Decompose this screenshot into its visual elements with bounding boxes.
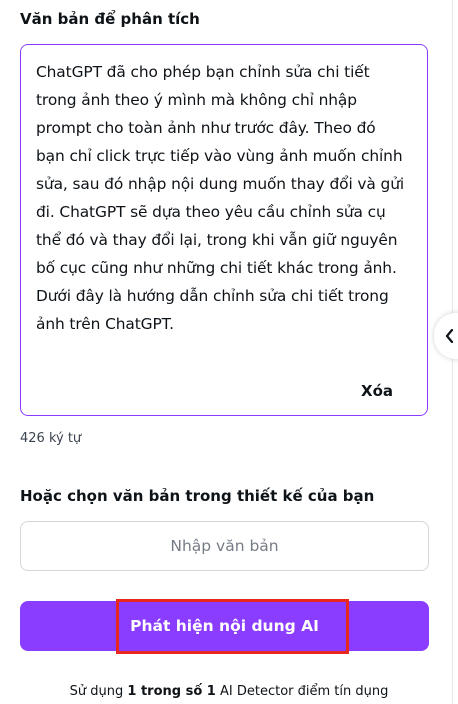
detect-ai-content-button[interactable]: Phát hiện nội dung AI bbox=[20, 601, 429, 651]
analyze-textarea-content[interactable]: ChatGPT đã cho phép bạn chỉnh sửa chi ti… bbox=[36, 58, 412, 338]
design-text-label: Hoặc chọn văn bản trong thiết kế của bạn bbox=[20, 487, 375, 505]
credit-usage-text: Sử dụng 1 trong số 1 AI Detector điểm tí… bbox=[0, 684, 458, 699]
design-text-input[interactable]: Nhập văn bản bbox=[20, 521, 429, 571]
credit-usage-count: 1 trong số 1 bbox=[127, 684, 216, 699]
credit-usage-suffix: AI Detector điểm tín dụng bbox=[215, 684, 389, 699]
credit-usage-prefix: Sử dụng bbox=[69, 684, 128, 699]
character-count: 426 ký tự bbox=[20, 431, 82, 446]
analyze-textarea[interactable]: ChatGPT đã cho phép bạn chỉnh sửa chi ti… bbox=[20, 44, 428, 416]
clear-button[interactable]: Xóa bbox=[361, 382, 393, 400]
design-text-input-placeholder: Nhập văn bản bbox=[170, 537, 279, 555]
collapse-panel-button[interactable] bbox=[434, 313, 458, 359]
chevron-left-icon bbox=[445, 329, 454, 343]
detect-ai-content-button-label: Phát hiện nội dung AI bbox=[130, 617, 319, 635]
analyze-text-label: Văn bản để phân tích bbox=[20, 10, 200, 28]
